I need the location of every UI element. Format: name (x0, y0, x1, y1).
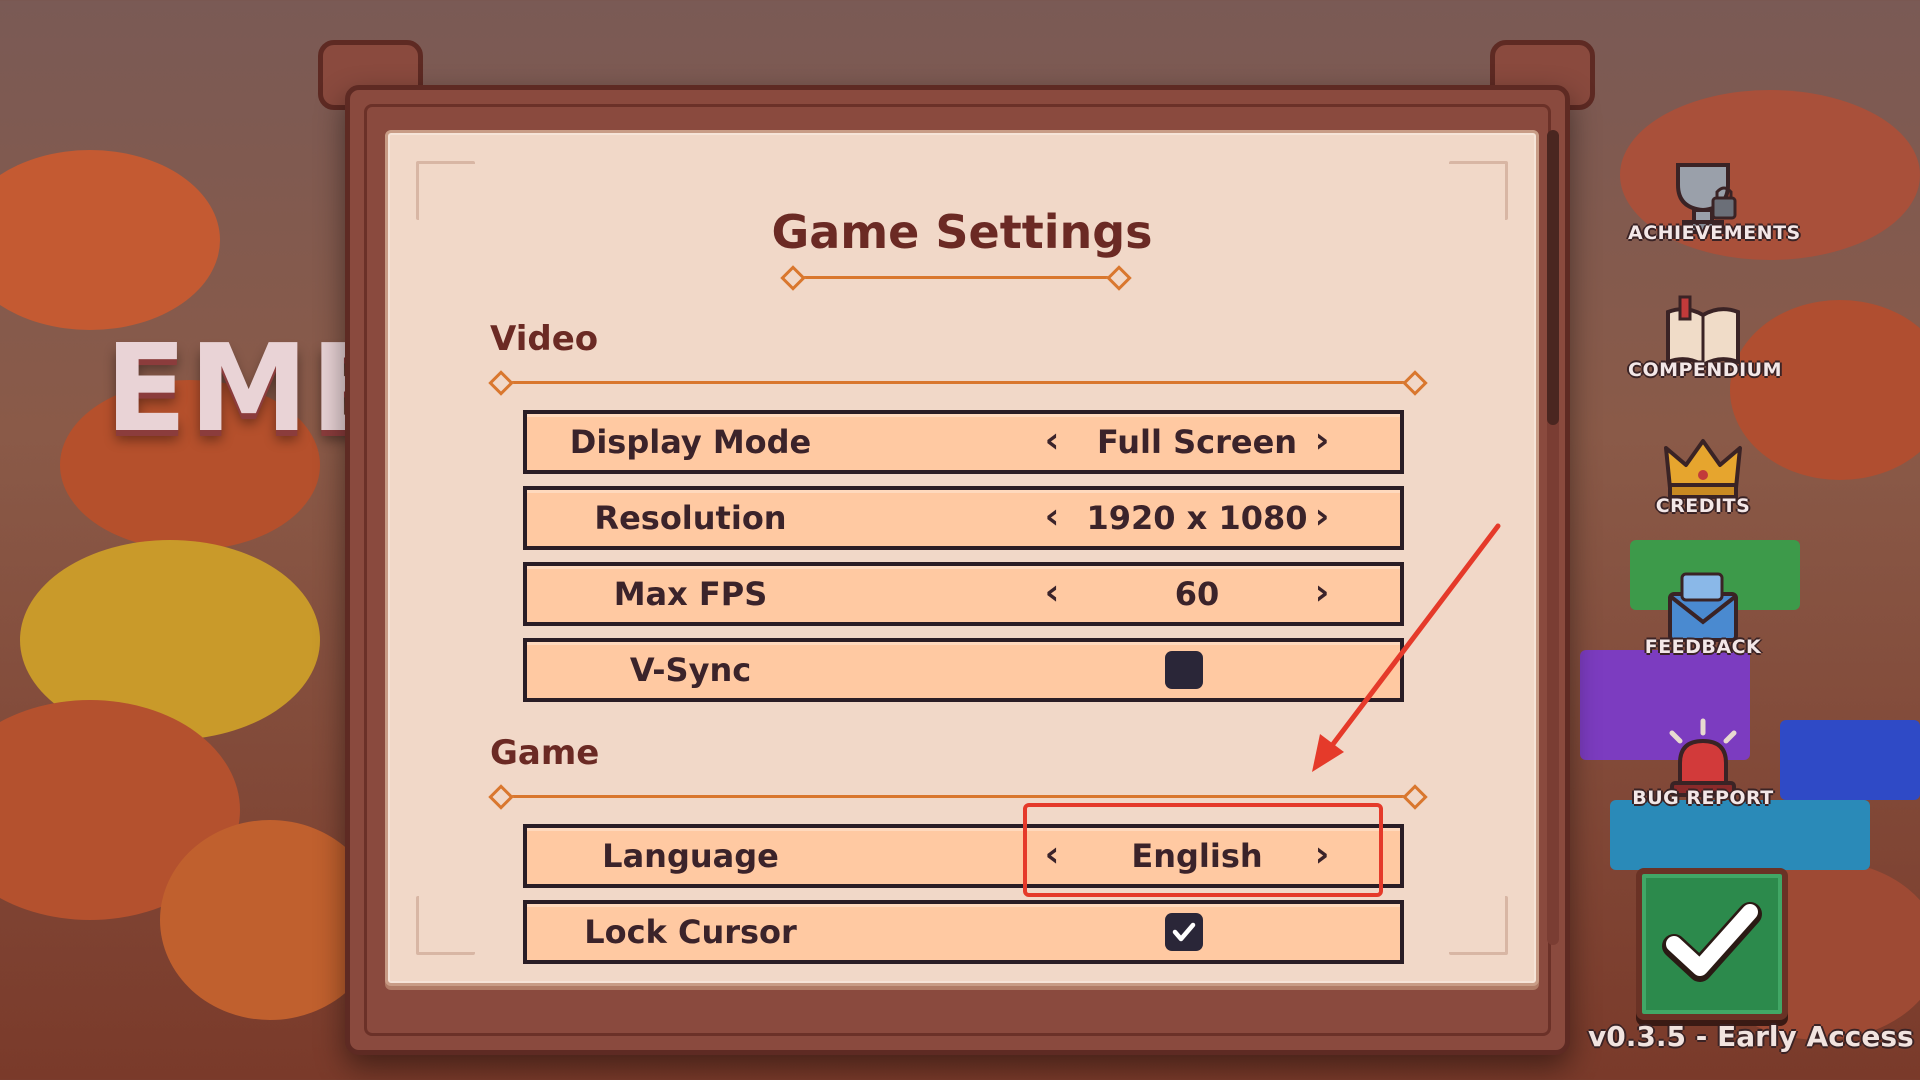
setting-row-lock-cursor: Lock Cursor (523, 900, 1404, 964)
version-label: v0.3.5 - Early Access (1588, 1020, 1914, 1053)
section-rule-video (500, 381, 1414, 384)
side-item-feedback[interactable]: FEEDBACK (1628, 564, 1778, 658)
title-rule-diamond (1106, 265, 1132, 291)
corner-decoration (1449, 896, 1508, 955)
setting-label: Resolution (594, 499, 787, 537)
setting-label: Language (602, 837, 779, 875)
setting-value: 1920 x 1080 (1086, 499, 1308, 537)
scrollbar-thumb[interactable] (1547, 130, 1559, 425)
tree-foliage (0, 150, 220, 330)
side-item-credits[interactable]: CREDITS (1628, 423, 1778, 517)
chevron-right-icon[interactable]: › (1302, 490, 1342, 546)
section-rule-diamond (1402, 370, 1428, 396)
page-title: Game Settings (771, 205, 1153, 259)
setting-label: Max FPS (613, 575, 768, 613)
side-item-label: CREDITS (1655, 495, 1751, 517)
lock-cursor-checkbox[interactable] (1165, 913, 1203, 951)
checkmark-icon (1172, 922, 1196, 942)
side-item-label: BUG REPORT (1632, 787, 1774, 809)
side-item-label: COMPENDIUM (1628, 359, 1782, 381)
bg-block-cyan (1610, 800, 1870, 870)
side-item-label: ACHIEVEMENTS (1628, 222, 1801, 244)
bg-block-blue (1780, 720, 1920, 800)
side-item-bug-report[interactable]: BUG REPORT (1628, 715, 1778, 809)
setting-row-max-fps: Max FPS ‹ 60 › (523, 562, 1404, 626)
highlight-box (1023, 803, 1383, 897)
section-rule-game (500, 795, 1414, 798)
section-rule-diamond (488, 784, 514, 810)
side-item-label: FEEDBACK (1644, 636, 1762, 658)
setting-row-resolution: Resolution ‹ 1920 x 1080 › (523, 486, 1404, 550)
title-rule-diamond (780, 265, 806, 291)
corner-decoration (416, 896, 475, 955)
setting-label: Lock Cursor (584, 913, 797, 951)
side-item-compendium[interactable]: COMPENDIUM (1628, 287, 1782, 381)
setting-row-vsync: V-Sync (523, 638, 1404, 702)
checkmark-icon (1662, 902, 1762, 982)
setting-value: 60 (1174, 575, 1220, 613)
setting-label: V-Sync (629, 651, 752, 689)
chevron-right-icon[interactable]: › (1302, 414, 1342, 470)
setting-row-display-mode: Display Mode ‹ Full Screen › (523, 410, 1404, 474)
section-title-game: Game (490, 733, 600, 773)
title-underline (792, 276, 1118, 279)
chevron-right-icon[interactable]: › (1302, 566, 1342, 622)
confirm-button[interactable] (1636, 868, 1788, 1020)
vsync-checkbox[interactable] (1165, 651, 1203, 689)
setting-label: Display Mode (569, 423, 812, 461)
section-rule-diamond (488, 370, 514, 396)
side-item-achievements[interactable]: ACHIEVEMENTS (1628, 150, 1801, 244)
section-title-video: Video (490, 319, 599, 359)
section-rule-diamond (1402, 784, 1428, 810)
setting-value: Full Screen (1096, 423, 1298, 461)
